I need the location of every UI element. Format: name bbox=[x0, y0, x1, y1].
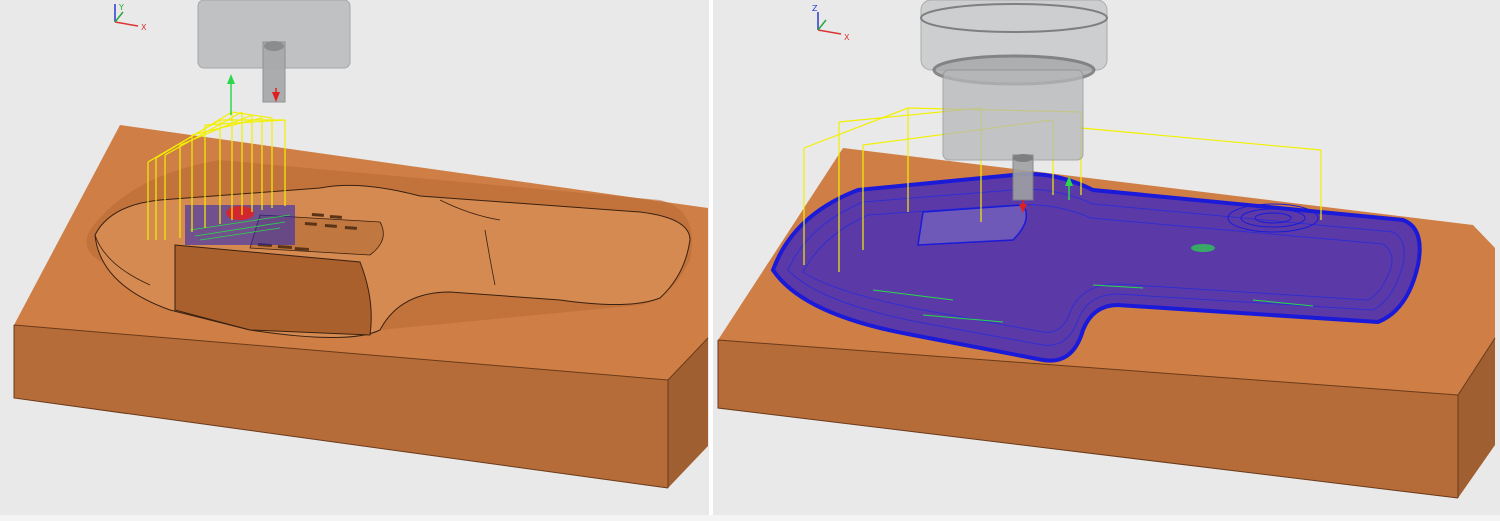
viewport-left-canvas[interactable]: X Y bbox=[0, 0, 709, 515]
y-axis-line bbox=[114, 11, 124, 23]
toolpath-cluster bbox=[185, 205, 295, 245]
axis-triad[interactable]: X Z bbox=[812, 4, 850, 42]
axis-triad[interactable]: X Y bbox=[114, 3, 147, 32]
viewport-right-canvas[interactable]: X Z bbox=[713, 0, 1500, 515]
x-axis-line bbox=[114, 21, 139, 27]
x-axis-line bbox=[817, 29, 842, 35]
bottom-strip bbox=[0, 515, 1500, 521]
viewport-left[interactable]: X Y bbox=[0, 0, 709, 515]
cam-comparison-screen: X Y X Z bbox=[0, 0, 1500, 521]
x-axis-label: X bbox=[844, 33, 850, 42]
y-axis-line bbox=[817, 19, 827, 31]
y-axis-label: Y bbox=[118, 3, 124, 12]
x-axis-label: X bbox=[141, 23, 147, 32]
spindle-tool bbox=[197, 0, 351, 103]
viewport-right[interactable]: X Z bbox=[713, 0, 1500, 515]
plunge-arrow-icon bbox=[227, 74, 235, 84]
z-axis-label: Z bbox=[812, 4, 818, 13]
